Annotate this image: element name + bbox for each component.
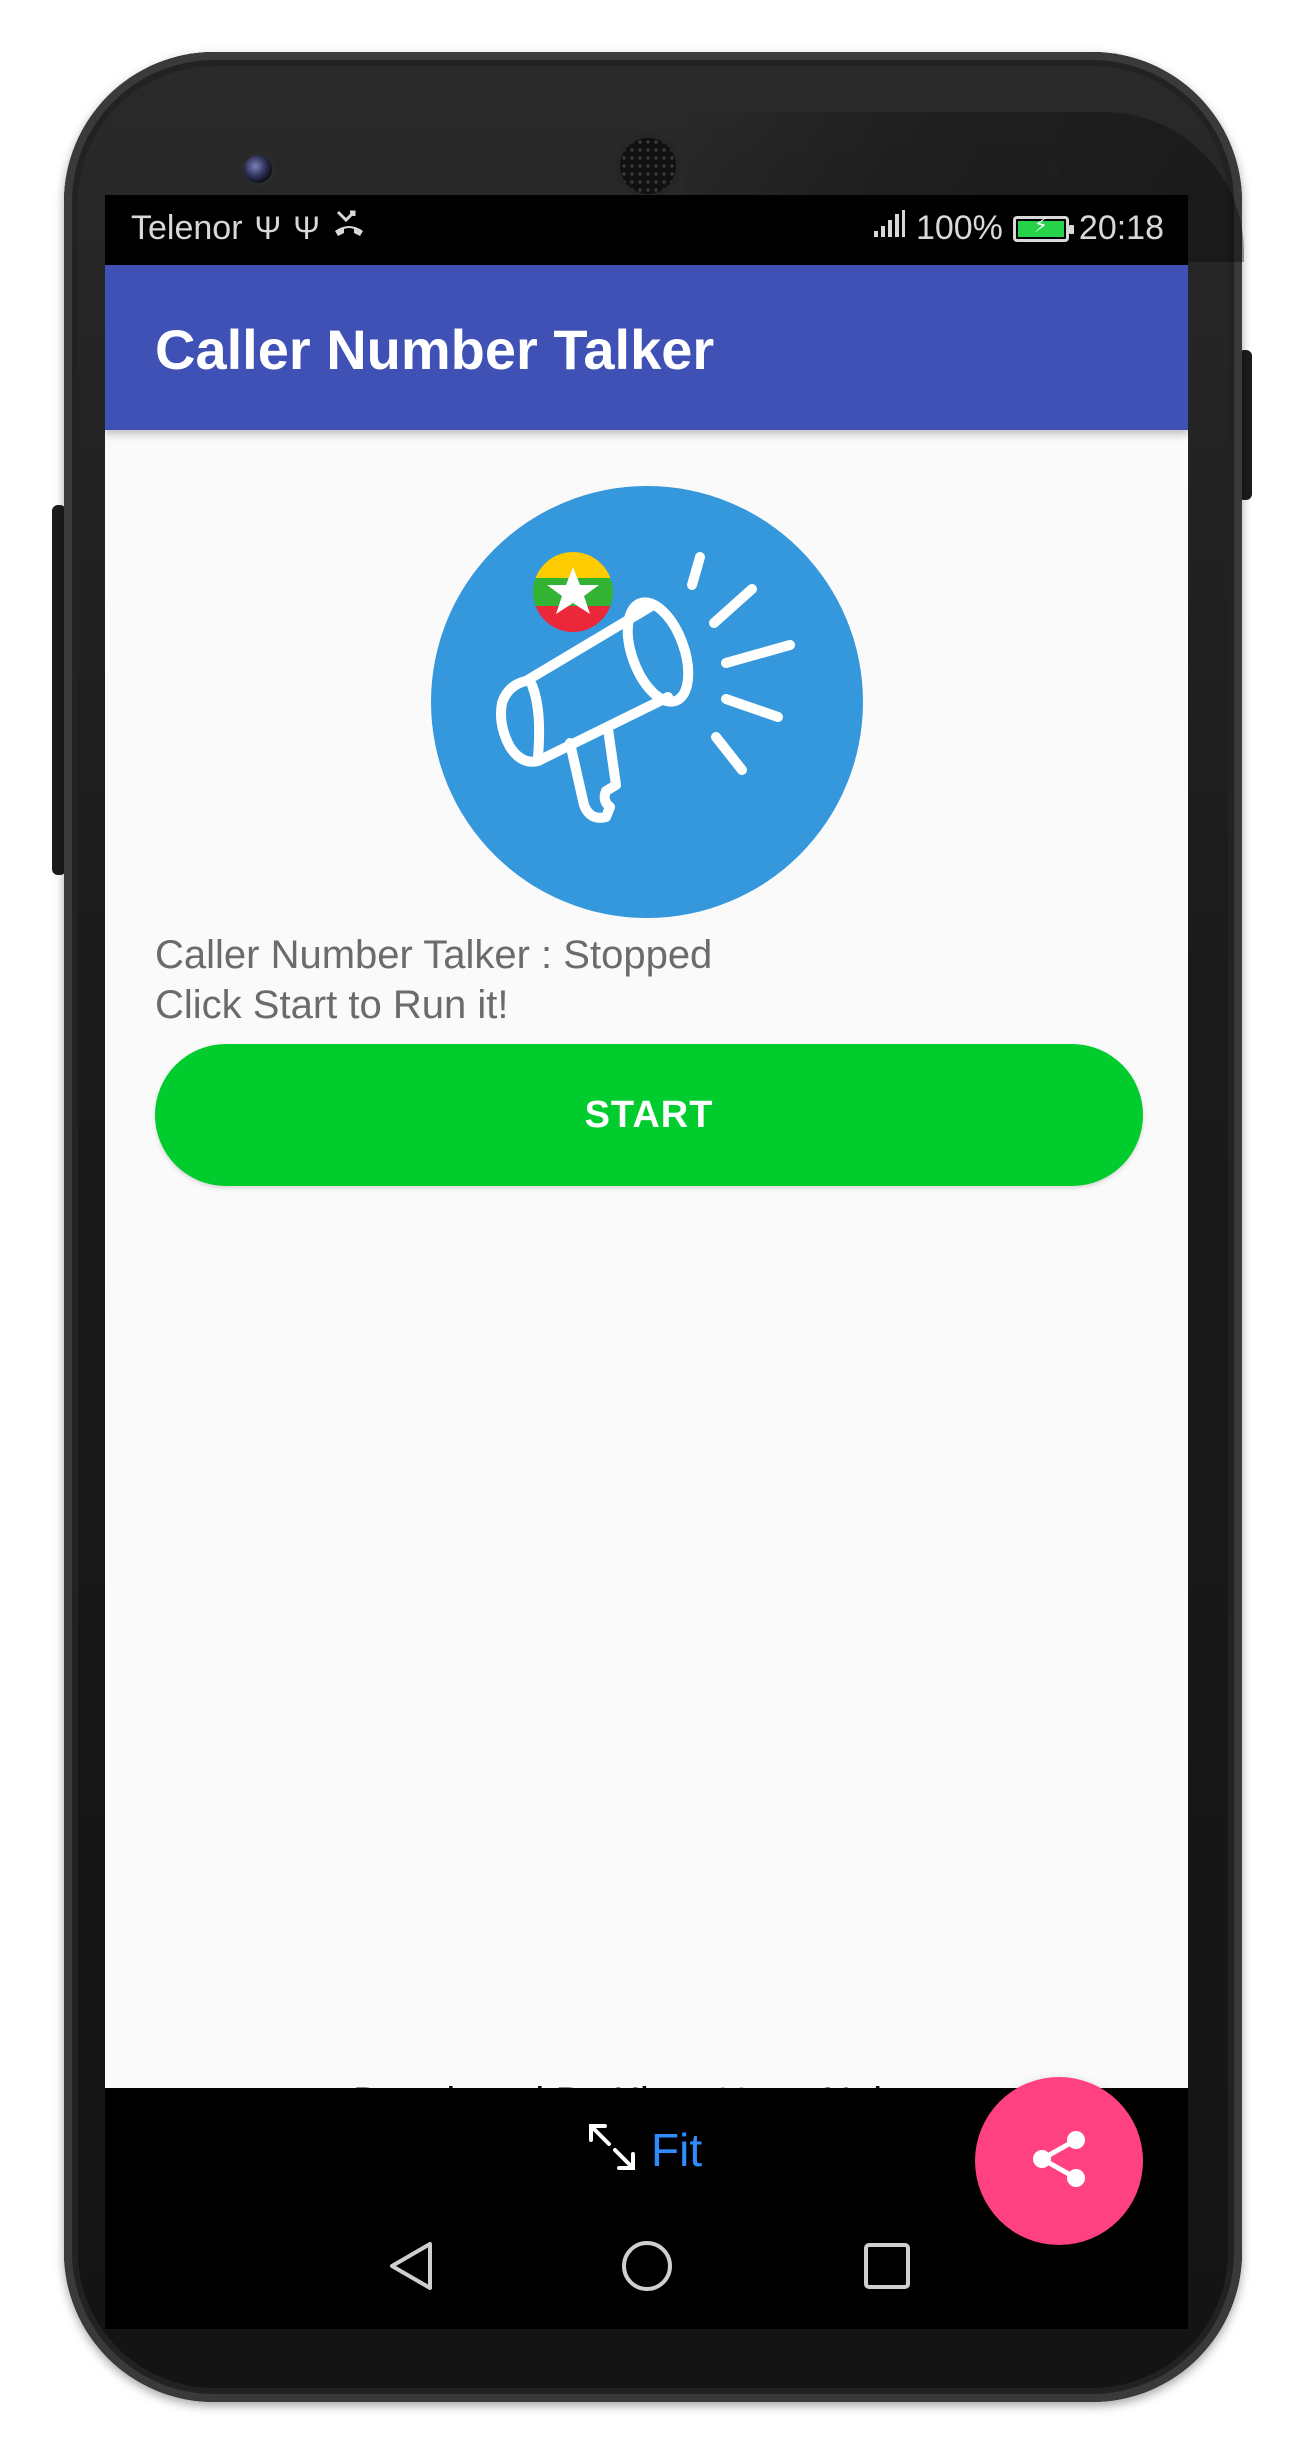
main-content: Caller Number Talker : Stopped Click Sta… xyxy=(105,430,1188,2245)
share-button[interactable] xyxy=(975,2077,1143,2245)
screen: Telenor Ψ Ψ 100% ⚡ 20:18 Caller Number T… xyxy=(105,195,1188,2329)
usb-icon: Ψ xyxy=(254,210,282,246)
signal-bars-icon xyxy=(872,209,906,248)
share-icon xyxy=(1026,2126,1092,2197)
back-button[interactable] xyxy=(380,2236,444,2300)
proximity-sensor xyxy=(1045,160,1061,176)
clock: 20:18 xyxy=(1078,209,1164,247)
status-left: Telenor Ψ Ψ xyxy=(131,209,366,248)
start-button[interactable]: START xyxy=(155,1044,1143,1186)
service-status: Caller Number Talker : Stopped Click Sta… xyxy=(155,930,712,1030)
instruction-line: Click Start to Run it! xyxy=(155,983,509,1027)
recents-button[interactable] xyxy=(855,2236,919,2300)
status-right: 100% ⚡ 20:18 xyxy=(872,209,1164,248)
back-triangle-icon xyxy=(384,2238,440,2299)
fit-label: Fit xyxy=(651,2123,703,2176)
home-button[interactable] xyxy=(615,2236,679,2300)
status-line: Caller Number Talker : Stopped xyxy=(155,933,713,977)
front-camera xyxy=(244,155,272,183)
charging-battery-icon: ⚡ xyxy=(1012,215,1074,242)
resize-arrows-icon xyxy=(585,2120,639,2179)
status-bar: Telenor Ψ Ψ 100% ⚡ 20:18 xyxy=(105,195,1188,265)
recents-square-icon xyxy=(859,2238,915,2299)
fit-button[interactable]: Fit xyxy=(585,2120,702,2179)
earpiece-speaker xyxy=(620,138,676,194)
app-title: Caller Number Talker xyxy=(155,318,715,381)
light-sensor xyxy=(1080,160,1096,176)
device-frame: Telenor Ψ Ψ 100% ⚡ 20:18 Caller Number T… xyxy=(0,0,1293,2456)
missed-call-icon xyxy=(332,209,366,248)
usb-icon: Ψ xyxy=(293,210,320,246)
home-circle-icon xyxy=(619,2238,675,2299)
app-bar: Caller Number Talker xyxy=(105,265,1188,430)
battery-percent: 100% xyxy=(915,209,1003,247)
megaphone-with-myanmar-flag-icon xyxy=(430,485,865,920)
carrier-name: Telenor xyxy=(131,209,243,247)
